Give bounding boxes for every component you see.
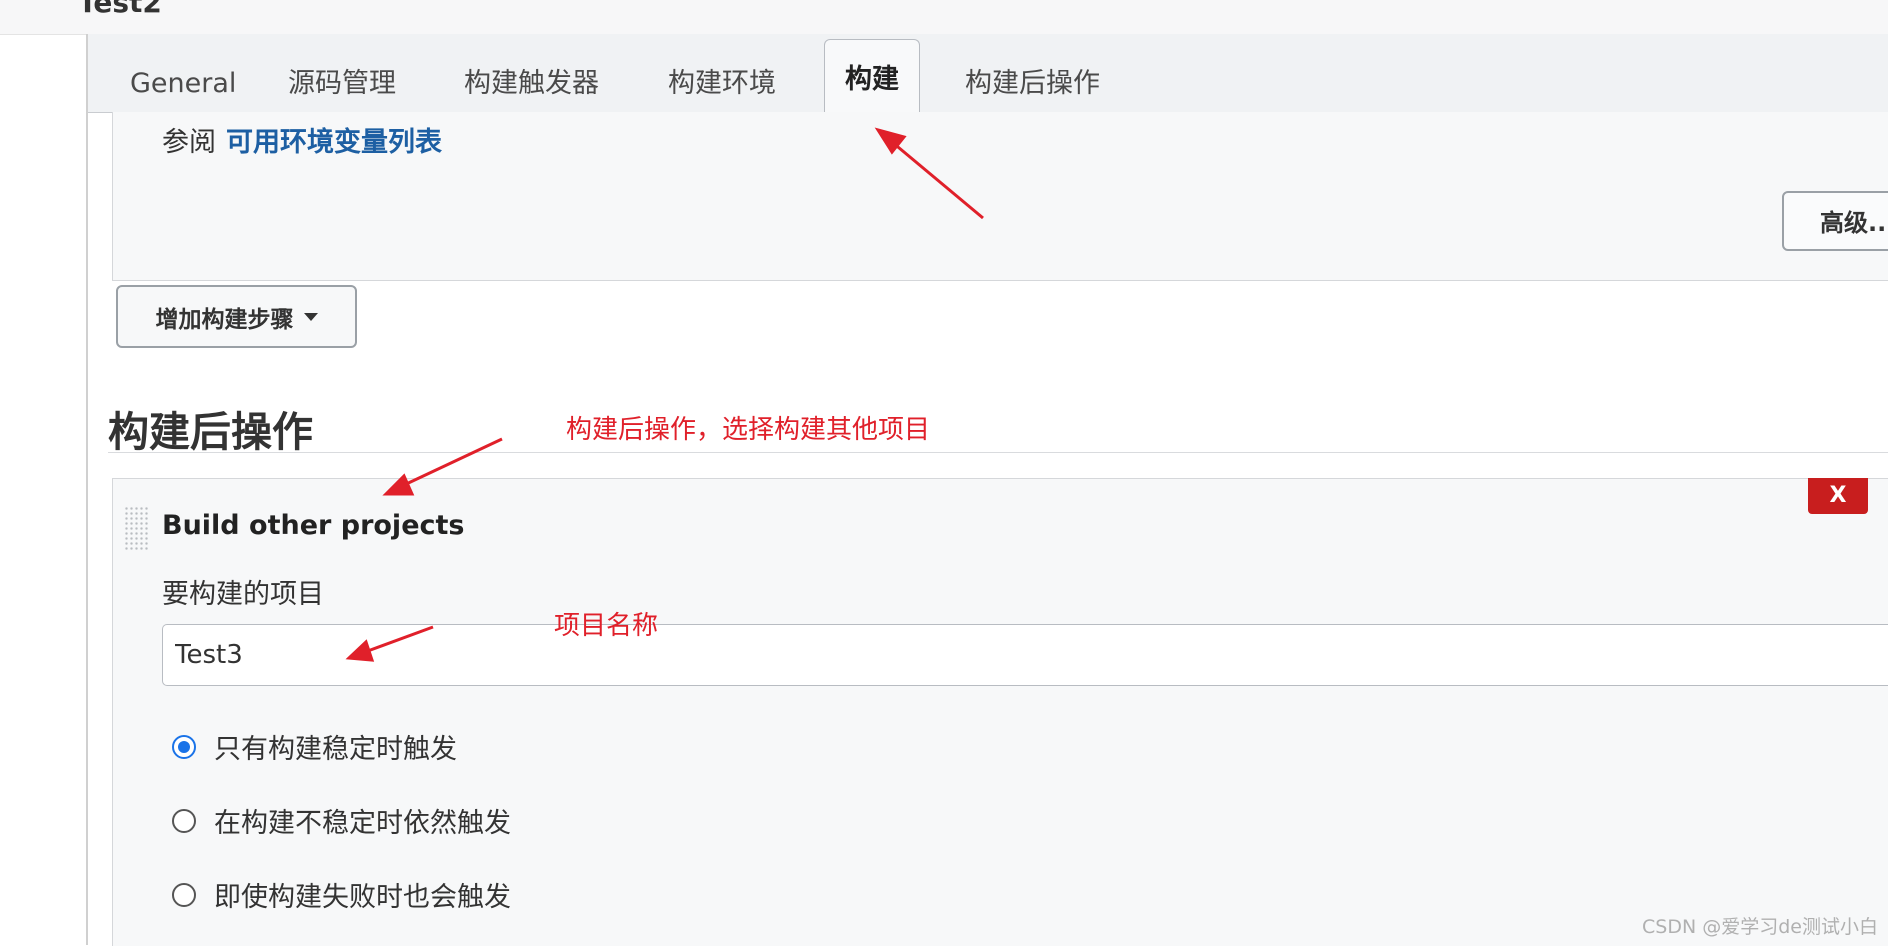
- radio-button[interactable]: [172, 882, 196, 907]
- env-vars-link[interactable]: 可用环境变量列表: [226, 127, 442, 158]
- post-build-heading: 构建后操作: [108, 408, 313, 456]
- step-title: Build other projects: [162, 510, 465, 541]
- env-vars-hint: 参阅 可用环境变量列表: [162, 120, 442, 159]
- radio-option-unstable[interactable]: 在构建不稳定时依然触发: [172, 801, 511, 840]
- advanced-button[interactable]: 高级...: [1782, 191, 1888, 251]
- see-prefix: 参阅: [162, 127, 216, 158]
- left-divider: [86, 34, 88, 945]
- radio-label-unstable: 在构建不稳定时依然触发: [214, 808, 511, 839]
- top-bar: Test2: [0, 0, 1888, 35]
- radio-button-checked[interactable]: [172, 734, 196, 759]
- tab-build[interactable]: 构建: [824, 39, 920, 113]
- tab-post-build-actions[interactable]: 构建后操作: [965, 56, 1100, 112]
- tab-build-environment[interactable]: 构建环境: [668, 56, 776, 112]
- radio-option-failed[interactable]: 即使构建失败时也会触发: [172, 875, 511, 914]
- watermark: CSDN @爱学习de测试小白: [1642, 916, 1878, 938]
- delete-step-button[interactable]: X: [1808, 478, 1868, 514]
- projects-to-build-label: 要构建的项目: [162, 579, 324, 610]
- tab-build-triggers[interactable]: 构建触发器: [464, 56, 599, 112]
- radio-button[interactable]: [172, 808, 196, 833]
- post-build-divider: [108, 452, 1888, 453]
- annotation-project-name: 项目名称: [554, 611, 659, 641]
- radio-option-stable[interactable]: 只有构建稳定时触发: [172, 727, 457, 766]
- add-build-step-button[interactable]: 增加构建步骤: [116, 285, 357, 348]
- add-build-step-label: 增加构建步骤: [155, 306, 294, 333]
- projects-to-build-input[interactable]: [162, 624, 1888, 686]
- radio-label-failed: 即使构建失败时也会触发: [214, 882, 511, 913]
- job-title: Test2: [78, 0, 162, 19]
- radio-label-stable: 只有构建稳定时触发: [214, 734, 457, 765]
- tab-source-code-management[interactable]: 源码管理: [288, 56, 396, 112]
- drag-handle-icon[interactable]: [124, 506, 148, 552]
- tab-general[interactable]: General: [130, 56, 236, 112]
- annotation-post-build: 构建后操作，选择构建其他项目: [566, 415, 931, 445]
- caret-down-icon: [303, 312, 318, 321]
- config-tab-bar: General 源码管理 构建触发器 构建环境 构建 构建后操作: [88, 34, 1888, 113]
